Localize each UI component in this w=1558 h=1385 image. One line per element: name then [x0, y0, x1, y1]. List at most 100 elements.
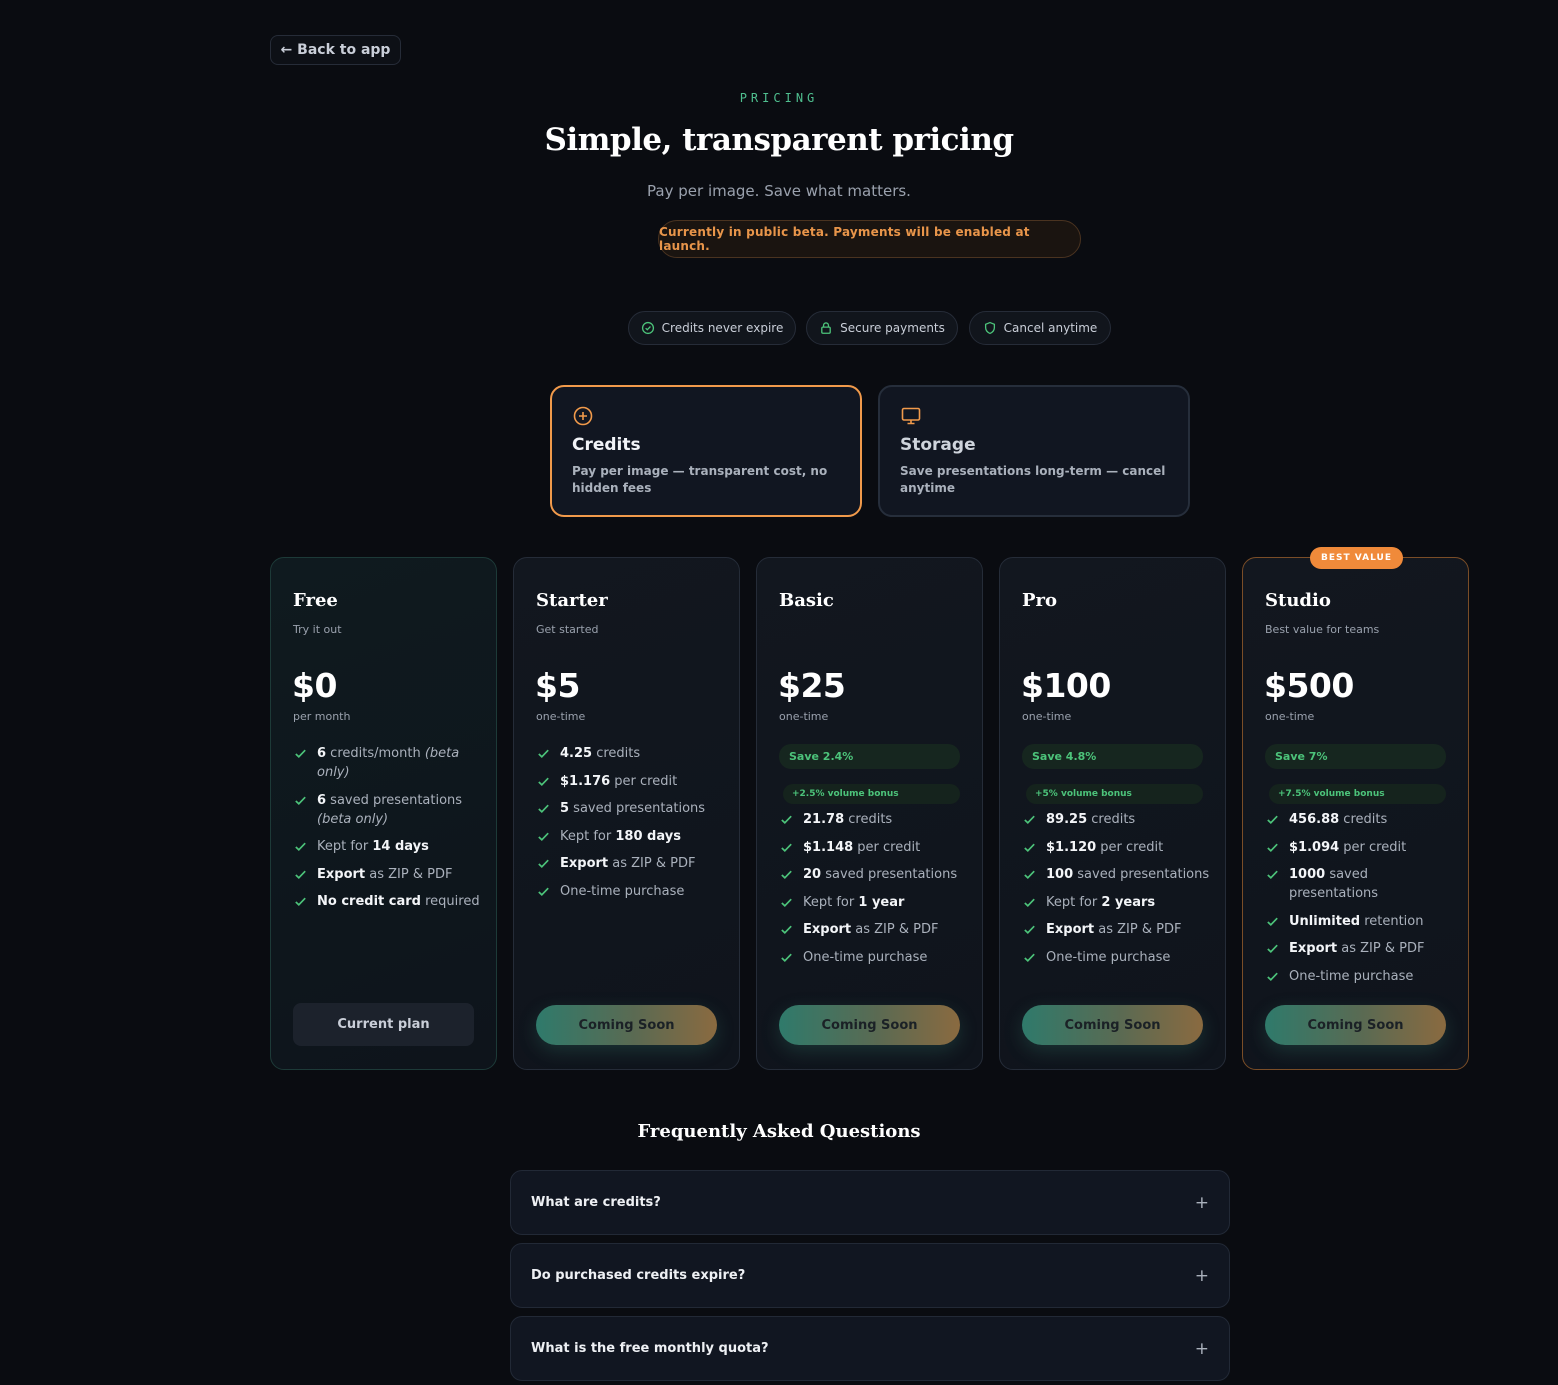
feature-text: Unlimited retention: [1289, 913, 1424, 929]
plan-card-starter: Starter Get started $5 one-time 4.25 cre…: [513, 557, 740, 1070]
feature-text: Kept for 1 year: [803, 894, 905, 910]
feature-text: $1.094 per credit: [1289, 839, 1407, 855]
current-plan-button[interactable]: Current plan: [293, 1003, 474, 1046]
check-icon: [1024, 870, 1035, 879]
feature-item: 6 saved presentations (beta only): [293, 791, 482, 829]
check-icon: [295, 842, 306, 851]
faq-question: Do purchased credits expire?: [531, 1268, 746, 1283]
faq-item[interactable]: Do purchased credits expire? +: [510, 1243, 1230, 1308]
mode-card-storage[interactable]: Storage Save presentations long-term — c…: [878, 385, 1190, 517]
feature-item: One-time purchase: [536, 882, 725, 901]
plan-name: Starter: [536, 590, 608, 611]
mode-title: Credits: [572, 435, 641, 455]
plan-period: one-time: [536, 710, 586, 723]
check-icon: [538, 804, 549, 813]
coming-soon-button[interactable]: Coming Soon: [1265, 1005, 1446, 1045]
feature-text: Export as ZIP & PDF: [1289, 941, 1425, 956]
feature-item: Export as ZIP & PDF: [779, 920, 968, 939]
save-badge: Save 2.4%: [779, 744, 960, 769]
check-icon: [1024, 815, 1035, 824]
feature-text: 21.78 credits: [803, 812, 893, 827]
faq-item[interactable]: What is the free monthly quota? +: [510, 1316, 1230, 1381]
feature-text: $1.148 per credit: [803, 839, 921, 855]
trust-label: Secure payments: [840, 321, 945, 335]
feature-item: 1000 saved presentations: [1265, 865, 1454, 903]
faq-item[interactable]: What are credits? +: [510, 1170, 1230, 1235]
plan-card-basic: Basic $25 one-time Save 2.4% +2.5% volum…: [756, 557, 983, 1070]
feature-text: 6 credits/month (beta only): [317, 746, 460, 780]
plan-card-pro: Pro $100 one-time Save 4.8% +5% volume b…: [999, 557, 1226, 1070]
feature-item: Export as ZIP & PDF: [536, 854, 725, 873]
check-icon: [295, 897, 306, 906]
check-icon: [538, 832, 549, 841]
feature-item: 5 saved presentations: [536, 799, 725, 818]
feature-item: Export as ZIP & PDF: [1265, 939, 1454, 958]
feature-text: 6 saved presentations (beta only): [317, 792, 463, 827]
plan-period: per month: [293, 710, 351, 723]
back-label: ← Back to app: [280, 42, 391, 58]
feature-text: Export as ZIP & PDF: [560, 856, 696, 871]
check-icon: [1024, 898, 1035, 907]
check-icon: [538, 777, 549, 786]
check-icon: [1267, 843, 1278, 852]
check-icon: [538, 887, 549, 896]
feature-text: $1.120 per credit: [1046, 839, 1164, 855]
feature-item: 89.25 credits: [1022, 810, 1211, 829]
plan-price: $500: [1264, 666, 1354, 705]
coming-soon-button[interactable]: Coming Soon: [1022, 1005, 1203, 1045]
plan-tagline: Get started: [536, 623, 599, 636]
mode-desc: Pay per image — transparent cost, no hid…: [572, 464, 828, 495]
feature-text: 20 saved presentations: [803, 867, 958, 882]
feature-text: One-time purchase: [1289, 968, 1414, 984]
coming-soon-button[interactable]: Coming Soon: [536, 1005, 717, 1045]
check-icon: [295, 749, 306, 758]
mode-card-credits[interactable]: Credits Pay per image — transparent cost…: [550, 385, 862, 517]
lock-icon: [821, 322, 831, 334]
feature-text: One-time purchase: [560, 883, 685, 899]
check-icon: [1267, 870, 1278, 879]
feature-item: 6 credits/month (beta only): [293, 744, 482, 782]
plus-circle-icon: [573, 406, 593, 426]
feature-item: Kept for 180 days: [536, 827, 725, 846]
feature-text: Kept for 180 days: [560, 828, 681, 844]
feature-item: One-time purchase: [1022, 948, 1211, 967]
check-icon: [781, 815, 792, 824]
coming-soon-button[interactable]: Coming Soon: [779, 1005, 960, 1045]
check-icon: [1267, 917, 1278, 926]
pricing-eyebrow: PRICING: [739, 91, 819, 105]
save-badge: Save 7%: [1265, 744, 1446, 769]
plan-tagline: Try it out: [293, 623, 342, 636]
mode-title: Storage: [900, 435, 976, 455]
plan-price: $0: [292, 666, 337, 705]
save-badge: Save 4.8%: [1022, 744, 1203, 769]
check-icon: [1267, 972, 1278, 981]
plus-icon[interactable]: +: [1195, 1266, 1209, 1286]
check-icon: [1024, 953, 1035, 962]
shield-icon: [984, 321, 995, 335]
plan-price: $25: [778, 666, 846, 705]
feature-text: Kept for 2 years: [1046, 894, 1156, 910]
back-to-app-button[interactable]: ← Back to app: [270, 35, 401, 65]
check-icon: [781, 870, 792, 879]
feature-item: 456.88 credits: [1265, 810, 1454, 829]
plan-name: Studio: [1265, 590, 1331, 611]
check-icon: [781, 953, 792, 962]
feature-item: $1.094 per credit: [1265, 838, 1454, 857]
feature-text: One-time purchase: [803, 949, 928, 965]
check-icon: [1024, 843, 1035, 852]
page-subtitle: Pay per image. Save what matters.: [647, 182, 911, 200]
plan-card-studio: BEST VALUE Studio Best value for teams $…: [1242, 547, 1469, 1070]
feature-item: Export as ZIP & PDF: [293, 865, 482, 884]
feature-list: 89.25 credits $1.120 per credit 100 saved …: [1022, 810, 1211, 975]
trust-pill-cancel: Cancel anytime: [969, 311, 1111, 345]
feature-item: $1.148 per credit: [779, 838, 968, 857]
feature-text: 5 saved presentations: [560, 801, 706, 816]
plus-icon[interactable]: +: [1195, 1339, 1209, 1359]
beta-notice: Currently in public beta. Payments will …: [658, 220, 1081, 258]
feature-text: 89.25 credits: [1046, 812, 1136, 827]
plus-icon[interactable]: +: [1195, 1193, 1209, 1213]
feature-item: $1.120 per credit: [1022, 838, 1211, 857]
feature-text: Kept for 14 days: [317, 839, 429, 854]
feature-text: Export as ZIP & PDF: [1046, 922, 1182, 937]
feature-item: Kept for 1 year: [779, 893, 968, 912]
